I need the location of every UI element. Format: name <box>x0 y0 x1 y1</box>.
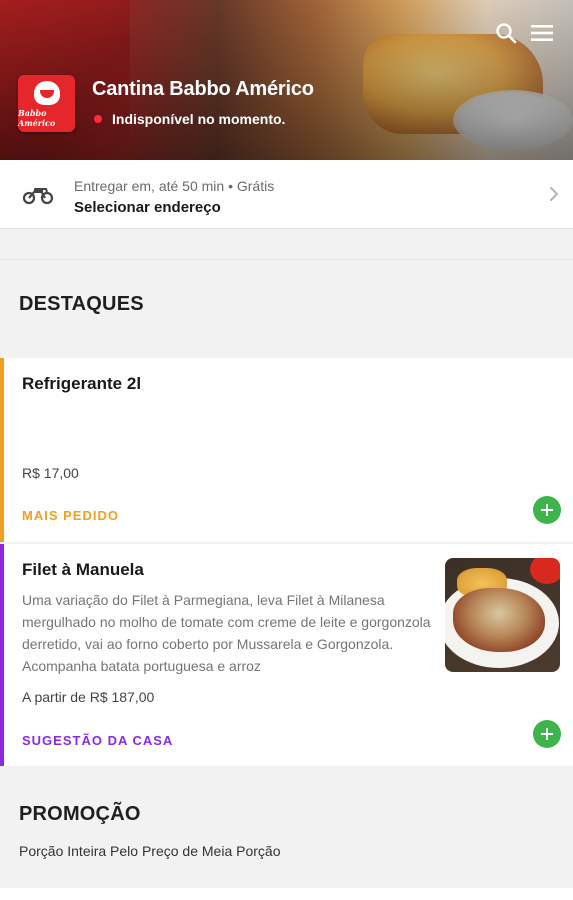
product-card-refrigerante[interactable]: Refrigerante 2l R$ 17,00 MAIS PEDIDO <box>0 358 573 542</box>
delivery-address-selector[interactable]: Entregar em, até 50 min • Grátis Selecio… <box>0 160 573 229</box>
product-name: Filet à Manuela <box>22 560 144 579</box>
motorcycle-icon <box>22 180 54 208</box>
product-tag: MAIS PEDIDO <box>22 508 119 523</box>
bottom-strip <box>0 888 573 900</box>
product-tag: SUGESTÃO DA CASA <box>22 733 174 748</box>
delivery-info: Entregar em, até 50 min • Grátis <box>74 178 275 194</box>
product-name: Refrigerante 2l <box>22 374 142 393</box>
plus-icon <box>541 504 553 516</box>
section-title-highlights: DESTAQUES <box>19 293 144 315</box>
divider <box>0 259 573 260</box>
store-header: Babbo Américo Cantina Babbo Américo Indi… <box>0 0 573 160</box>
add-to-cart-button[interactable] <box>533 496 561 524</box>
tomato-shape <box>530 558 560 584</box>
card-accent-bar <box>0 544 4 766</box>
card-accent-bar <box>0 358 4 542</box>
status-dot <box>94 115 102 123</box>
product-description: Uma variação do Filet à Parmegiana, leva… <box>22 592 431 674</box>
logo-face <box>33 81 60 105</box>
plus-icon <box>541 728 553 740</box>
select-address-label: Selecionar endereço <box>74 199 221 216</box>
add-to-cart-button[interactable] <box>533 720 561 748</box>
store-name: Cantina Babbo Américo <box>92 78 314 100</box>
promo-subtitle: Porção Inteira Pelo Preço de Meia Porção <box>19 843 281 859</box>
section-title-promo: PROMOÇÃO <box>19 803 141 825</box>
product-card-filet-manuela[interactable]: Filet à Manuela Uma variação do Filet à … <box>0 544 573 766</box>
search-icon[interactable] <box>493 20 519 46</box>
product-price: R$ 17,00 <box>22 465 79 481</box>
store-status: Indisponível no momento. <box>94 111 285 127</box>
filet-shape <box>453 588 545 652</box>
menu-icon[interactable] <box>529 20 555 46</box>
product-price: A partir de R$ 187,00 <box>22 689 155 705</box>
chevron-right-icon <box>547 185 561 203</box>
product-image <box>445 558 560 672</box>
store-logo: Babbo Américo <box>18 75 75 132</box>
logo-text: Babbo Américo <box>18 108 56 128</box>
status-text: Indisponível no momento. <box>112 111 286 127</box>
